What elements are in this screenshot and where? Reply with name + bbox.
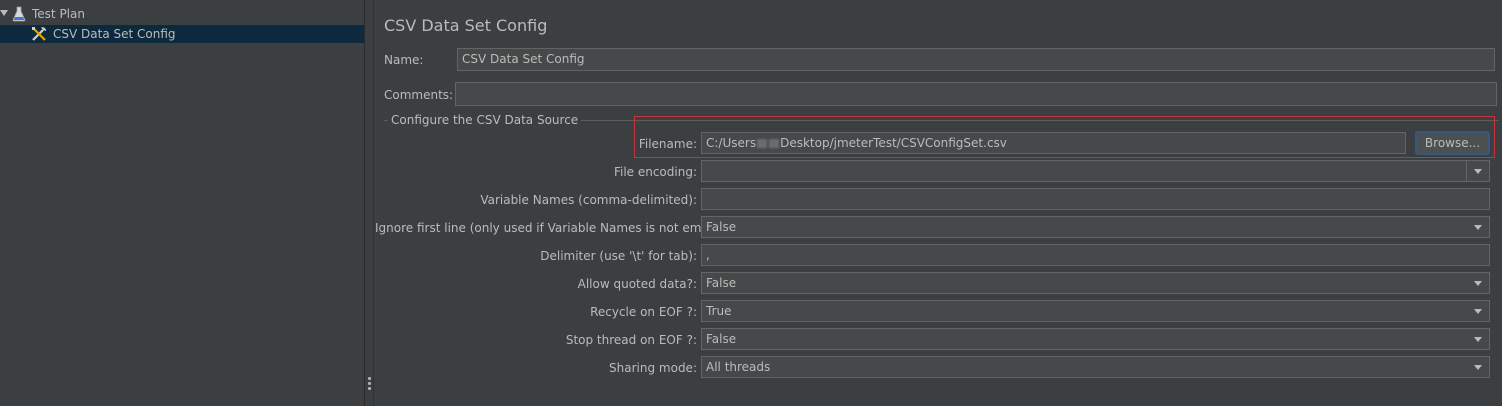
browse-button[interactable]: Browse... [1415,131,1490,155]
redacted-block [769,139,780,148]
allow-quoted-label: Allow quoted data?: [577,277,697,291]
chevron-down-icon[interactable] [1466,161,1489,181]
comments-field[interactable] [455,82,1497,106]
chevron-down-icon[interactable] [1467,329,1489,349]
chevron-down-icon[interactable] [1467,217,1489,237]
sharing-mode-combo[interactable]: All threads [701,356,1490,378]
name-label: Name: [384,53,424,67]
test-plan-tree: Test Plan CSV Data Set Config [0,0,364,406]
recycle-value: True [706,304,732,318]
filename-field[interactable]: C:/Users Desktop/jmeterTest/CSVConfigSet.… [701,132,1406,154]
ignore-first-line-label: Ignore first line (only used if Variable… [375,221,730,235]
sharing-mode-value: All threads [706,360,771,374]
variable-names-label: Variable Names (comma-delimited): [480,193,697,207]
chevron-down-icon[interactable] [1467,357,1489,377]
ignore-first-line-value: False [706,220,737,234]
delimiter-label: Delimiter (use '\t' for tab): [540,249,697,263]
tree-node-csv-data-set-config[interactable]: CSV Data Set Config [0,25,364,43]
file-encoding-combo[interactable] [701,160,1490,182]
test-plan-flask-icon [12,6,26,22]
delimiter-field[interactable]: , [701,244,1490,266]
stop-thread-label: Stop thread on EOF ?: [565,333,697,347]
tree-label-csv-data-set-config: CSV Data Set Config [53,27,176,41]
panel-title: CSV Data Set Config [384,16,548,35]
ignore-first-line-combo[interactable]: False [701,216,1490,238]
config-panel: CSV Data Set Config Name: CSV Data Set C… [375,0,1502,406]
recycle-label: Recycle on EOF ?: [590,305,697,319]
filename-suffix: Desktop/jmeterTest/CSVConfigSet.csv [780,136,1007,150]
allow-quoted-combo[interactable]: False [701,272,1490,294]
comments-label: Comments: [384,88,454,102]
splitter-divider [373,0,374,406]
group-title: Configure the CSV Data Source [388,113,582,127]
allow-quoted-value: False [706,276,737,290]
tree-node-test-plan[interactable]: Test Plan [0,5,364,23]
expand-triangle-icon[interactable] [0,10,8,16]
redacted-block [757,139,768,148]
variable-names-field[interactable] [701,188,1490,210]
name-field[interactable]: CSV Data Set Config [457,48,1495,71]
filename-label: Filename: [638,137,697,151]
splitter-grip-icon[interactable] [368,377,371,392]
config-tools-icon [32,27,46,41]
chevron-down-icon[interactable] [1467,273,1489,293]
sharing-mode-label: Sharing mode: [609,361,697,375]
stop-thread-combo[interactable]: False [701,328,1490,350]
stop-thread-value: False [706,332,737,346]
recycle-combo[interactable]: True [701,300,1490,322]
tree-label-test-plan: Test Plan [32,7,85,21]
chevron-down-icon[interactable] [1467,301,1489,321]
file-encoding-label: File encoding: [613,165,697,179]
panel-splitter[interactable] [364,0,375,406]
filename-prefix: C:/Users [706,136,757,150]
